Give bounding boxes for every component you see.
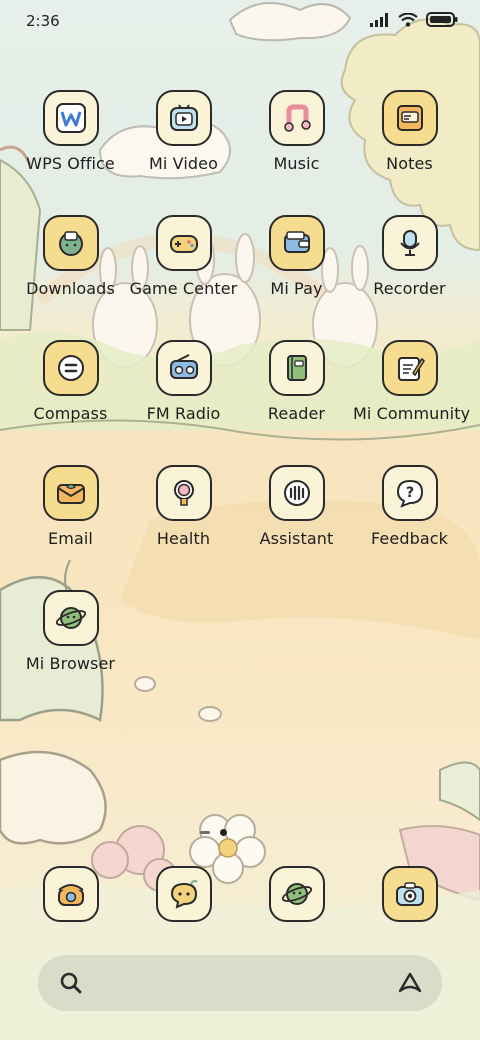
app-label: Assistant [259,529,334,548]
battery-icon [426,12,458,27]
app-label: Mi Browser [25,654,116,673]
app-label: WPS Office [26,154,115,173]
app-mi-browser[interactable]: Mi Browser [14,590,127,673]
game-center-icon[interactable] [155,215,212,271]
wps-office-icon[interactable] [42,90,99,146]
fm-radio-icon[interactable] [155,340,212,396]
app-downloads[interactable]: Downloads [14,215,127,298]
messages-icon[interactable] [155,866,212,922]
phone-icon[interactable] [42,866,99,922]
app-mi-community[interactable]: Mi Community [353,340,471,423]
app-label: Feedback [371,529,448,548]
app-label: Mi Pay [270,279,323,298]
app-feedback[interactable]: ? Feedback [353,465,466,548]
app-vault-icon[interactable] [396,969,424,997]
app-label: Compass [33,404,108,423]
dock-phone[interactable] [14,866,127,922]
recorder-icon[interactable] [381,215,438,271]
status-bar: 2:36 [0,0,480,44]
camera-icon[interactable] [381,866,438,922]
app-reader[interactable]: Reader [240,340,353,423]
music-icon[interactable] [268,90,325,146]
mi-browser-icon[interactable] [42,590,99,646]
page-dot-1[interactable] [200,831,210,834]
reader-icon[interactable] [268,340,325,396]
app-compass[interactable]: Compass [14,340,127,423]
search-icon[interactable] [58,970,84,996]
mi-video-icon[interactable] [155,90,212,146]
dock-browser[interactable] [240,866,353,922]
mi-pay-icon[interactable] [268,215,325,271]
downloads-icon[interactable] [42,215,99,271]
compass-icon[interactable] [42,340,99,396]
dock-messages[interactable] [127,866,240,922]
app-health[interactable]: Health [127,465,240,548]
app-label: Email [48,529,93,548]
dock-camera[interactable] [353,866,466,922]
app-label: Reader [267,404,326,423]
svg-text:?: ? [405,485,413,501]
search-bar[interactable] [38,955,442,1011]
app-game-center[interactable]: Game Center [127,215,240,298]
app-label: Health [156,529,211,548]
app-mi-video[interactable]: Mi Video [127,90,240,173]
email-icon[interactable] [42,465,99,521]
app-label: Mi Community [353,404,471,423]
app-label: Downloads [26,279,115,298]
app-fm-radio[interactable]: FM Radio [127,340,240,423]
health-icon[interactable] [155,465,212,521]
wifi-icon [398,12,418,27]
feedback-icon[interactable]: ? [381,465,438,521]
app-recorder[interactable]: Recorder [353,215,466,298]
app-email[interactable]: Email [14,465,127,548]
app-label: Music [273,154,320,173]
app-label: Mi Video [149,154,218,173]
page-indicator[interactable] [200,829,227,836]
app-music[interactable]: Music [240,90,353,173]
mi-community-icon[interactable] [381,340,438,396]
assistant-icon[interactable] [268,465,325,521]
browser-icon[interactable] [268,866,325,922]
app-assistant[interactable]: Assistant [240,465,353,548]
notes-icon[interactable] [381,90,438,146]
cellular-signal-icon [370,12,388,27]
app-mi-pay[interactable]: Mi Pay [240,215,353,298]
app-wps-office[interactable]: WPS Office [14,90,127,173]
app-notes[interactable]: Notes [353,90,466,173]
app-label: Recorder [373,279,446,298]
app-label: Game Center [129,279,238,298]
status-time: 2:36 [26,12,60,30]
app-label: Notes [386,154,433,173]
page-dot-2-active[interactable] [220,829,227,836]
app-label: FM Radio [146,404,221,423]
